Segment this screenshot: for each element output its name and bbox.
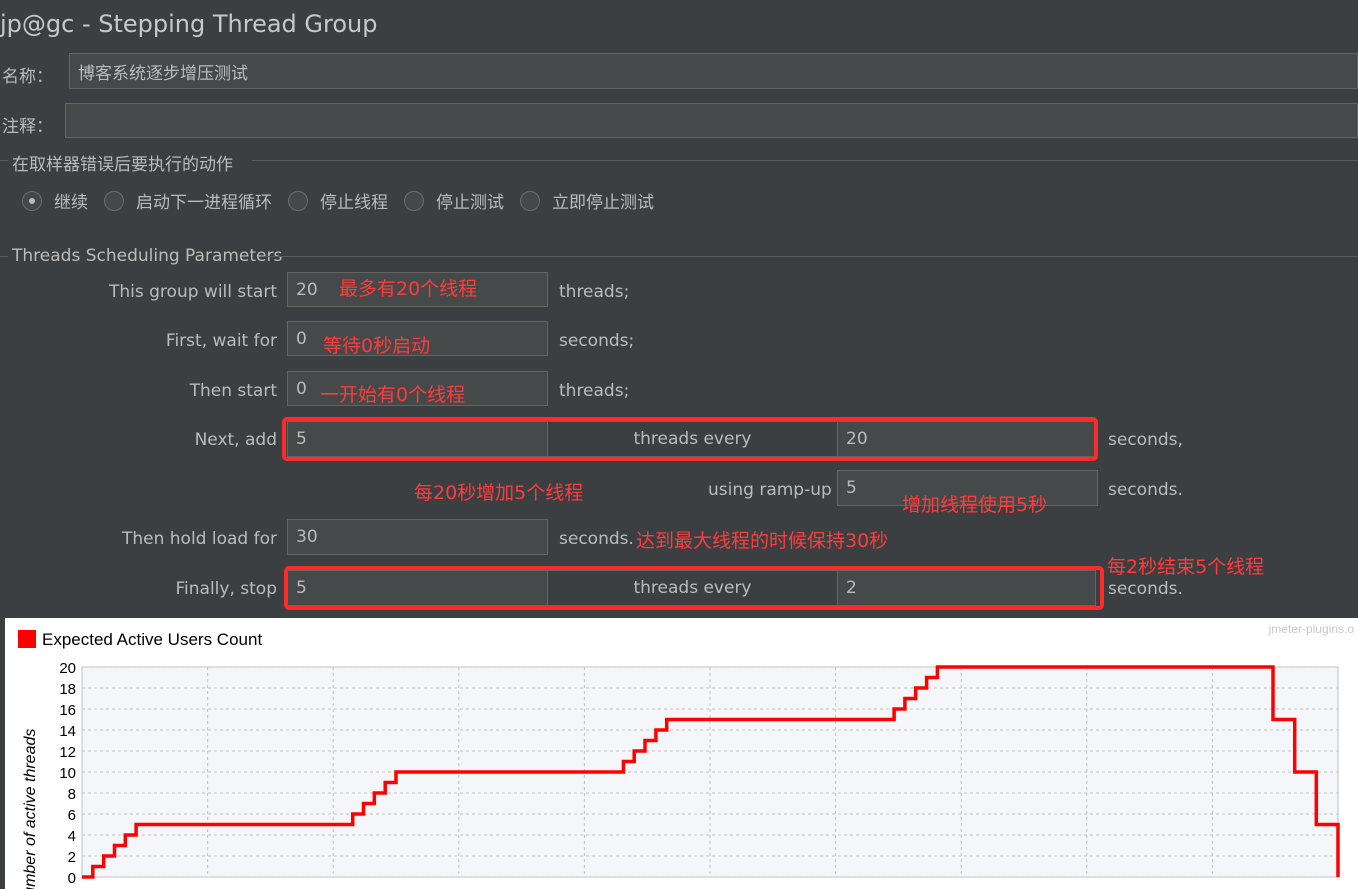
y-tick-label: 0 (68, 870, 76, 887)
radio-stop-thread[interactable]: 停止线程 (288, 188, 388, 213)
wait-label: First, wait for (165, 331, 277, 351)
radio-continue[interactable]: 继续 (22, 188, 88, 213)
then-start-suffix: threads; (559, 381, 630, 401)
chart-plot: Number of active threads 0 2 4 6 8 10 12 14 16 18… (22, 660, 1340, 889)
group-border (0, 256, 8, 257)
comment-field[interactable] (65, 103, 1358, 138)
name-field[interactable]: 博客系统逐步增压测试 (69, 53, 1358, 89)
name-label: 名称： (2, 67, 53, 87)
radio-label: 停止测试 (436, 193, 504, 213)
hold-label: Then hold load for (121, 529, 277, 549)
comment-label: 注释： (2, 117, 53, 137)
annotation-initial: 一开始有0个线程 (320, 384, 466, 406)
stop-suffix: seconds. (1108, 579, 1183, 599)
rampup-label: using ramp-up (708, 480, 832, 500)
error-action-legend: 在取样器错误后要执行的动作 (12, 155, 233, 175)
next-add-label: Next, add (194, 430, 277, 450)
y-tick-label: 10 (59, 765, 76, 782)
error-action-options: 继续 启动下一进程循环 停止线程 停止测试 立即停止测试 (22, 188, 670, 213)
y-tick-label: 14 (59, 723, 76, 740)
rampup-suffix: seconds. (1108, 480, 1183, 500)
radio-icon (288, 190, 308, 211)
radio-stop-test[interactable]: 停止测试 (404, 188, 504, 213)
y-tick-label: 20 (59, 660, 76, 677)
y-tick-label: 2 (68, 849, 76, 866)
start-suffix: threads; (559, 282, 630, 302)
y-tick-label: 18 (59, 681, 76, 698)
y-tick-label: 8 (68, 786, 76, 803)
annotation-wait: 等待0秒启动 (323, 335, 431, 357)
hold-seconds-field[interactable]: 30 (287, 519, 548, 555)
radio-label: 启动下一进程循环 (136, 193, 272, 213)
next-add-suffix: seconds, (1108, 430, 1183, 450)
expected-users-chart: Expected Active Users Count jmeter-plugi… (5, 618, 1358, 889)
annotation-add-every: 每20秒增加5个线程 (414, 482, 584, 504)
next-add-highlight-box (282, 417, 1098, 461)
radio-icon (404, 190, 424, 211)
window-title: jp@gc - Stepping Thread Group (0, 10, 378, 38)
radio-selected-icon (22, 190, 42, 211)
annotation-hold: 达到最大线程的时候保持30秒 (636, 530, 889, 552)
group-border (264, 256, 1358, 257)
y-tick-label: 6 (68, 807, 76, 824)
radio-start-next-loop[interactable]: 启动下一进程循环 (104, 188, 272, 213)
y-tick-label: 16 (59, 702, 76, 719)
then-start-label: Then start (189, 381, 277, 401)
y-tick-label: 12 (59, 744, 76, 761)
wait-suffix: seconds; (559, 331, 635, 351)
stop-highlight-box (284, 566, 1104, 610)
radio-stop-test-now[interactable]: 立即停止测试 (520, 188, 654, 213)
group-border (252, 160, 1358, 161)
radio-icon (520, 190, 540, 211)
scheduling-legend: Threads Scheduling Parameters (12, 246, 283, 266)
y-axis-label: Number of active threads (22, 729, 39, 889)
radio-label: 立即停止测试 (552, 193, 654, 213)
radio-label: 停止线程 (320, 193, 388, 213)
stop-label: Finally, stop (175, 579, 278, 599)
annotation-rampup: 增加线程使用5秒 (902, 494, 1048, 516)
start-label: This group will start (109, 282, 277, 302)
hold-suffix: seconds. (559, 529, 634, 549)
annotation-stop: 每2秒结束5个线程 (1107, 556, 1265, 578)
annotation-max-threads: 最多有20个线程 (339, 278, 478, 300)
radio-label: 继续 (54, 193, 88, 213)
group-border (0, 160, 8, 161)
radio-icon (104, 190, 124, 211)
y-tick-label: 4 (68, 828, 76, 845)
